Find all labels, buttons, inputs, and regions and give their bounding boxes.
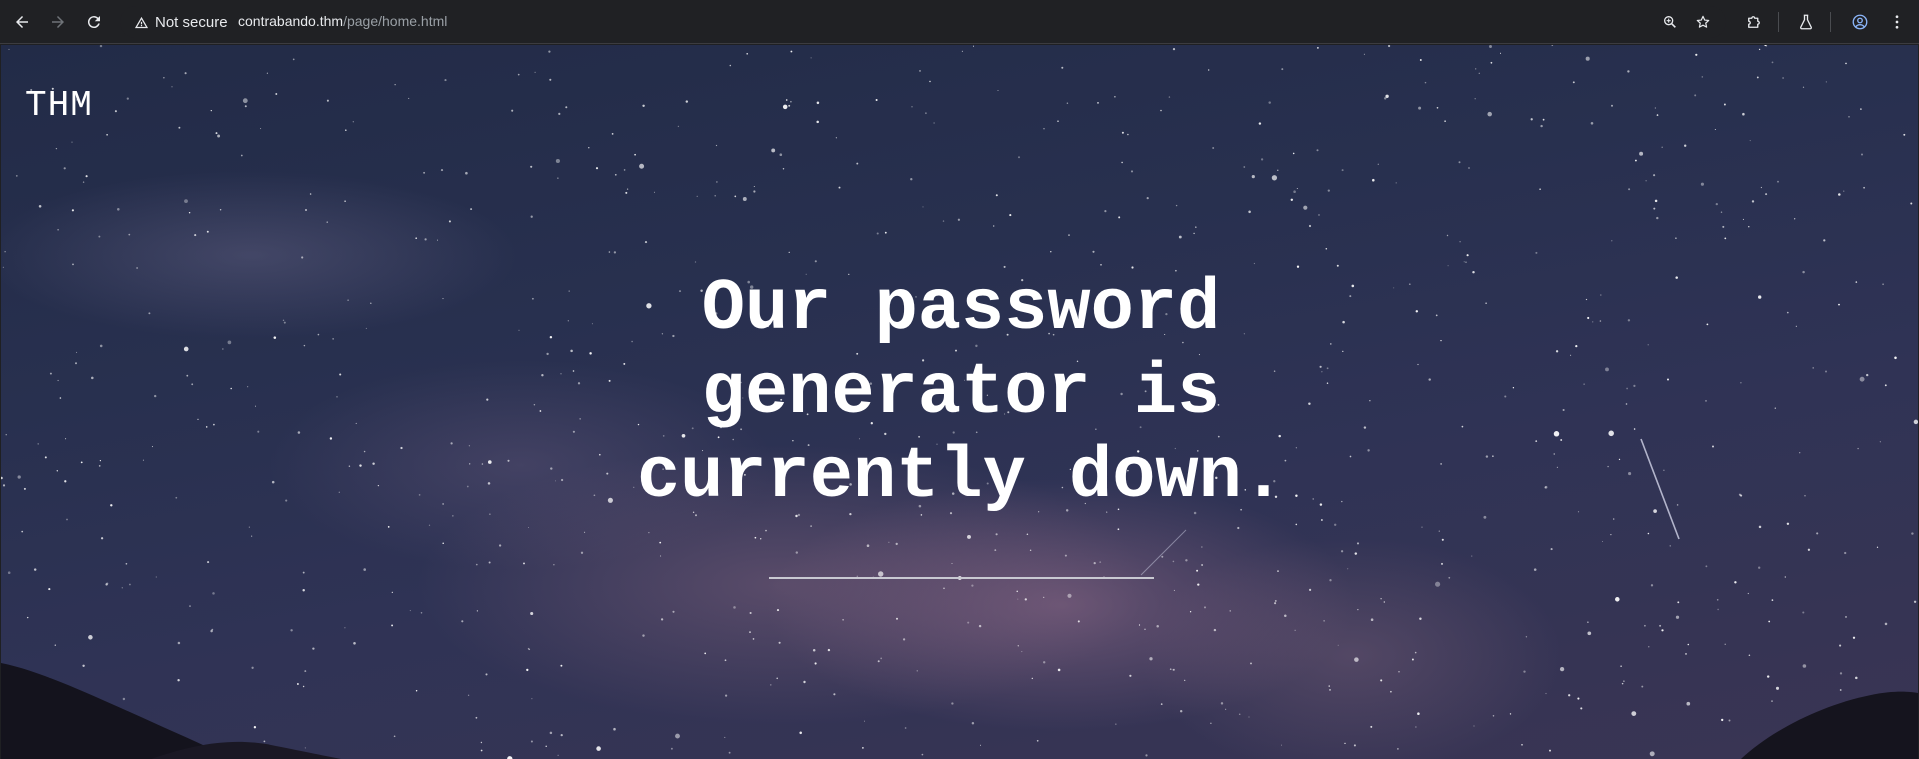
headline-line: Our password: [701, 268, 1221, 350]
star-icon[interactable]: [1693, 12, 1713, 32]
security-chip[interactable]: Not secure: [129, 10, 233, 34]
back-arrow-icon[interactable]: [8, 8, 36, 36]
url-path: /page/home.html: [343, 13, 448, 29]
warning-triangle-icon: [134, 15, 149, 30]
security-label: Not secure: [155, 13, 228, 31]
brand-logo[interactable]: THM: [25, 85, 93, 126]
url-host: contrabando.thm: [238, 13, 344, 29]
toolbar-divider: [1830, 12, 1831, 32]
reload-icon[interactable]: [80, 8, 108, 36]
forward-arrow-icon[interactable]: [44, 8, 72, 36]
toolbar-divider: [1778, 12, 1779, 32]
page-headline: Our password generator is currently down…: [561, 267, 1361, 519]
zoom-icon[interactable]: [1660, 12, 1680, 32]
page-viewport: THM Our password generator is currently …: [1, 45, 1918, 759]
url-text[interactable]: contrabando.thm/page/home.html: [238, 13, 447, 29]
headline-line: currently down.: [636, 436, 1286, 518]
profile-icon[interactable]: [1848, 10, 1872, 34]
headline-line: generator is: [701, 352, 1221, 434]
headline-divider: [769, 577, 1154, 579]
puzzle-icon[interactable]: [1742, 10, 1766, 34]
kebab-menu-icon[interactable]: [1885, 10, 1909, 34]
flask-icon[interactable]: [1794, 10, 1818, 34]
address-bar[interactable]: Not secure contrabando.thm/page/home.htm…: [120, 6, 1726, 38]
browser-toolbar: Not secure contrabando.thm/page/home.htm…: [0, 0, 1919, 44]
